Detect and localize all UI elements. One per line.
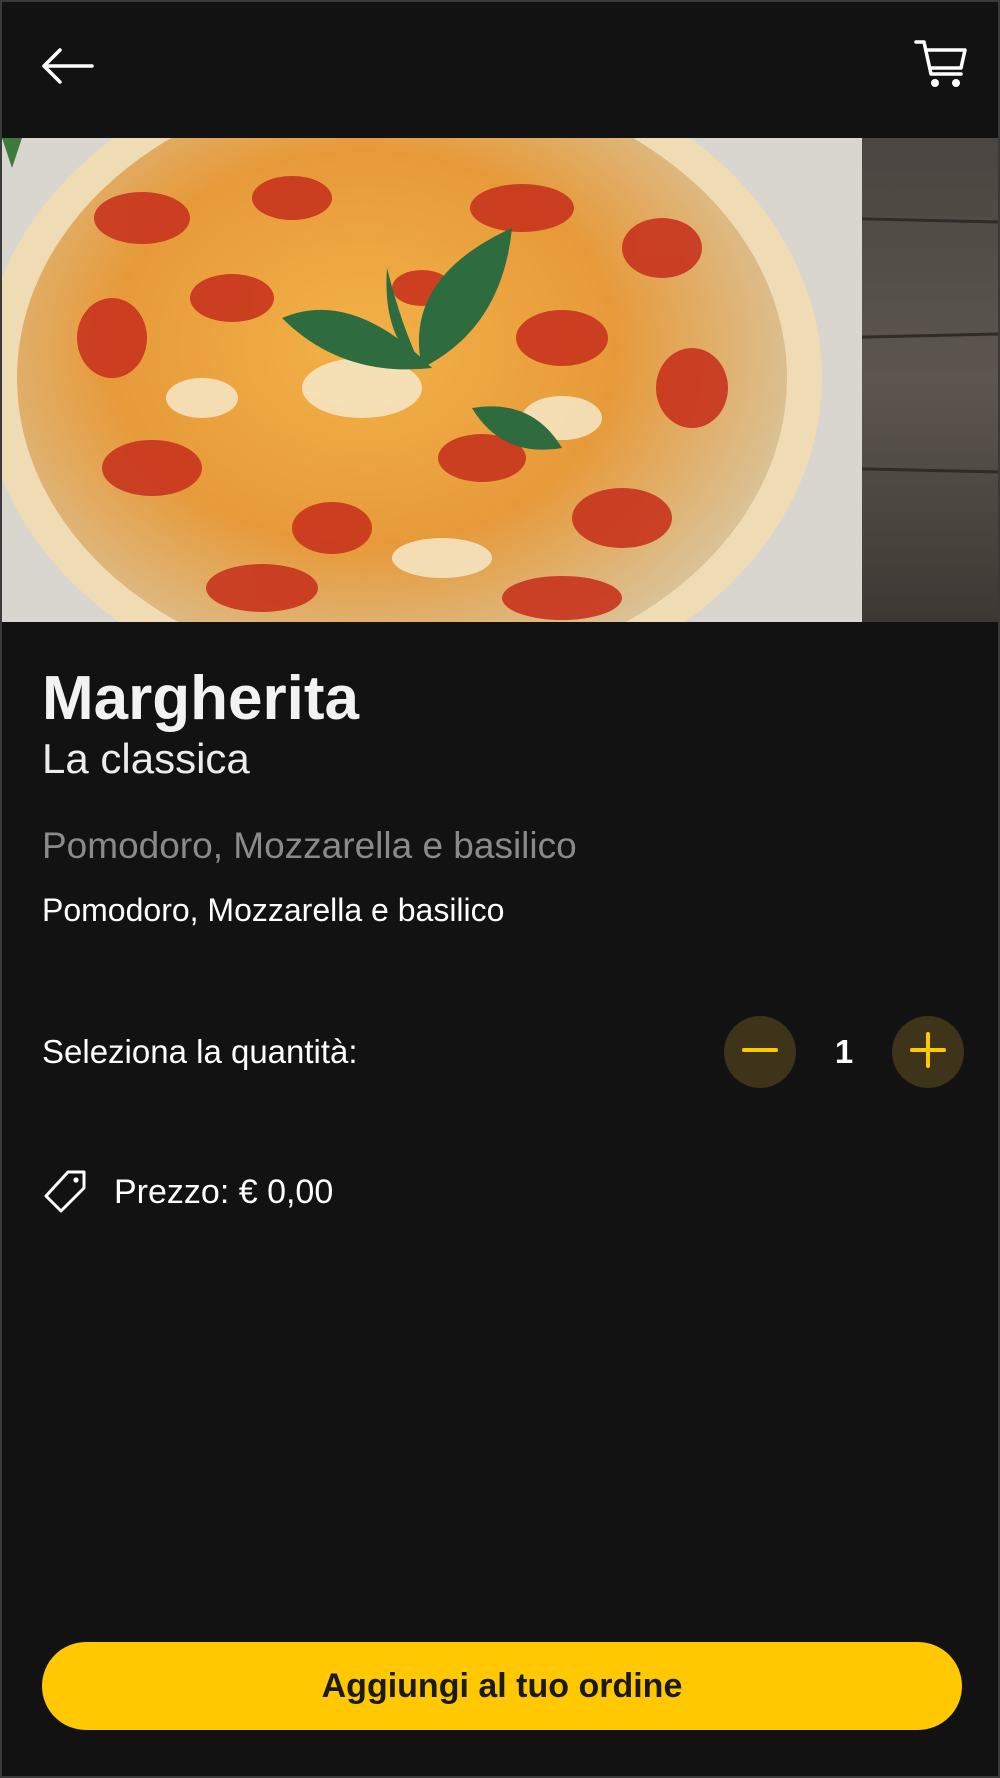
- product-name: Margherita: [42, 664, 359, 733]
- product-ingredients: Pomodoro, Mozzarella e basilico: [42, 892, 505, 928]
- minus-icon: [740, 1030, 780, 1075]
- arrow-left-icon: [40, 46, 94, 91]
- quantity-label: Seleziona la quantità:: [42, 1033, 358, 1070]
- shopping-cart-icon: [914, 38, 968, 97]
- quantity-stepper: 1: [724, 1016, 964, 1088]
- product-image: [2, 138, 998, 622]
- product-info: Margherita La classica Pomodoro, Mozzare…: [42, 622, 962, 930]
- product-detail-screen: Margherita La classica Pomodoro, Mozzare…: [0, 0, 1000, 1778]
- back-button[interactable]: [32, 38, 102, 98]
- product-subtitle: La classica: [42, 735, 250, 782]
- decrement-button[interactable]: [724, 1016, 796, 1088]
- increment-button[interactable]: [892, 1016, 964, 1088]
- price-tag-icon: [42, 1169, 88, 1215]
- add-to-order-button[interactable]: Aggiungi al tuo ordine: [42, 1642, 962, 1730]
- top-bar: [2, 2, 998, 138]
- quantity-row: Seleziona la quantità: 1: [42, 1014, 964, 1090]
- product-ingredients-muted: Pomodoro, Mozzarella e basilico: [42, 825, 577, 866]
- plus-icon: [908, 1030, 948, 1075]
- quantity-value: 1: [834, 1033, 854, 1070]
- price-label: Prezzo: € 0,00: [114, 1172, 334, 1211]
- price-row: Prezzo: € 0,00: [42, 1162, 333, 1222]
- cart-button[interactable]: [906, 32, 976, 102]
